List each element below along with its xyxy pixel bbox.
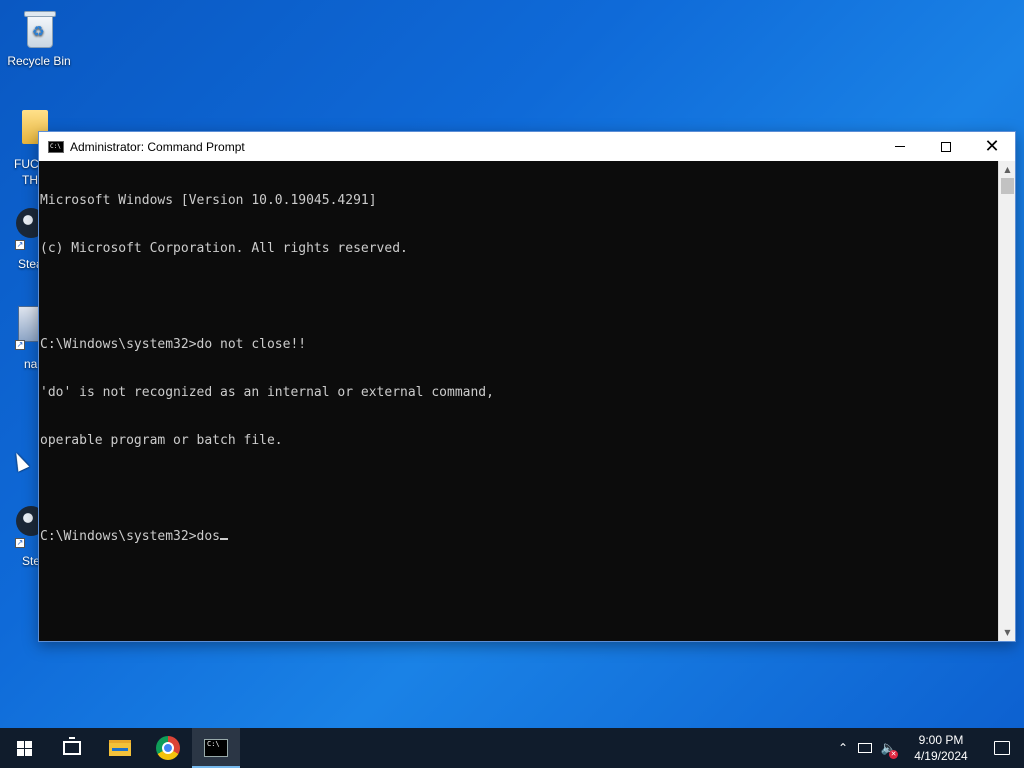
- console-line: C:\Windows\system32>do not close!!: [40, 337, 307, 352]
- clock-button[interactable]: 9:00 PM 4/19/2024: [902, 728, 980, 768]
- console-line: Microsoft Windows [Version 10.0.19045.42…: [40, 193, 377, 208]
- window-title: Administrator: Command Prompt: [70, 139, 245, 154]
- folder-icon: [109, 740, 131, 756]
- network-button[interactable]: [854, 728, 876, 768]
- taskbar-file-explorer[interactable]: [96, 728, 144, 768]
- recycle-bin-label: Recycle Bin: [7, 54, 71, 68]
- recycle-bin-icon: ♻: [19, 6, 59, 52]
- volume-button[interactable]: 🔈 ✕: [876, 728, 902, 768]
- close-button[interactable]: ✕: [969, 132, 1015, 161]
- console-input[interactable]: C:\Windows\system32>dos: [40, 529, 220, 544]
- shortcut-arrow-icon: ↗: [15, 538, 25, 548]
- minimize-icon: [895, 146, 905, 147]
- vertical-scrollbar[interactable]: ▲ ▼: [998, 161, 1015, 641]
- taskbar-chrome[interactable]: [144, 728, 192, 768]
- close-icon: ✕: [984, 135, 1000, 157]
- mute-x-icon: ✕: [889, 750, 898, 759]
- chevron-up-icon: ⌃: [837, 741, 849, 755]
- console-line: 'do' is not recognized as an internal or…: [40, 385, 494, 400]
- command-prompt-window[interactable]: C:\ Administrator: Command Prompt ✕ Micr…: [38, 131, 1016, 642]
- console-prompt-line[interactable]: C:\Windows\system32>dos: [40, 529, 1000, 545]
- start-button[interactable]: [0, 728, 48, 768]
- clock-time: 9:00 PM: [918, 733, 964, 747]
- desktop-label-na: na: [24, 357, 38, 371]
- desktop-icon-recycle-bin[interactable]: ♻ Recycle Bin: [1, 6, 77, 68]
- console-output[interactable]: Microsoft Windows [Version 10.0.19045.42…: [39, 161, 1000, 641]
- console-line: operable program or batch file.: [40, 433, 283, 448]
- taskbar-command-prompt[interactable]: C:\: [192, 728, 240, 768]
- system-tray: ⌃ 🔈 ✕ 9:00 PM 4/19/2024: [832, 728, 1024, 768]
- console-line: (c) Microsoft Corporation. All rights re…: [40, 241, 408, 256]
- scrollbar-thumb[interactable]: [1001, 178, 1014, 194]
- minimize-button[interactable]: [877, 132, 923, 161]
- chrome-icon: [156, 736, 180, 760]
- mouse-pointer-icon: [10, 450, 30, 472]
- scroll-down-icon[interactable]: ▼: [999, 624, 1016, 641]
- maximize-icon: [941, 141, 951, 152]
- windows-logo-icon: [16, 740, 32, 756]
- shortcut-arrow-icon: ↗: [15, 340, 25, 350]
- scroll-up-icon[interactable]: ▲: [999, 161, 1016, 178]
- clock-date: 4/19/2024: [914, 749, 968, 763]
- task-view-button[interactable]: [48, 728, 96, 768]
- action-center-button[interactable]: [980, 728, 1024, 768]
- network-icon: [858, 743, 872, 753]
- maximize-button[interactable]: [923, 132, 969, 161]
- cmd-icon: C:\: [48, 140, 64, 153]
- cmd-icon: C:\: [204, 739, 228, 757]
- window-controls: ✕: [877, 132, 1015, 161]
- show-hidden-icons-button[interactable]: ⌃: [832, 728, 854, 768]
- task-view-icon: [63, 737, 81, 755]
- taskbar: C:\ ⌃ 🔈 ✕ 9:00 PM 4/19/2024: [0, 728, 1024, 768]
- shortcut-arrow-icon: ↗: [15, 240, 25, 250]
- notification-icon: [994, 741, 1010, 755]
- text-cursor: [220, 538, 229, 540]
- window-titlebar[interactable]: C:\ Administrator: Command Prompt ✕: [39, 132, 1015, 161]
